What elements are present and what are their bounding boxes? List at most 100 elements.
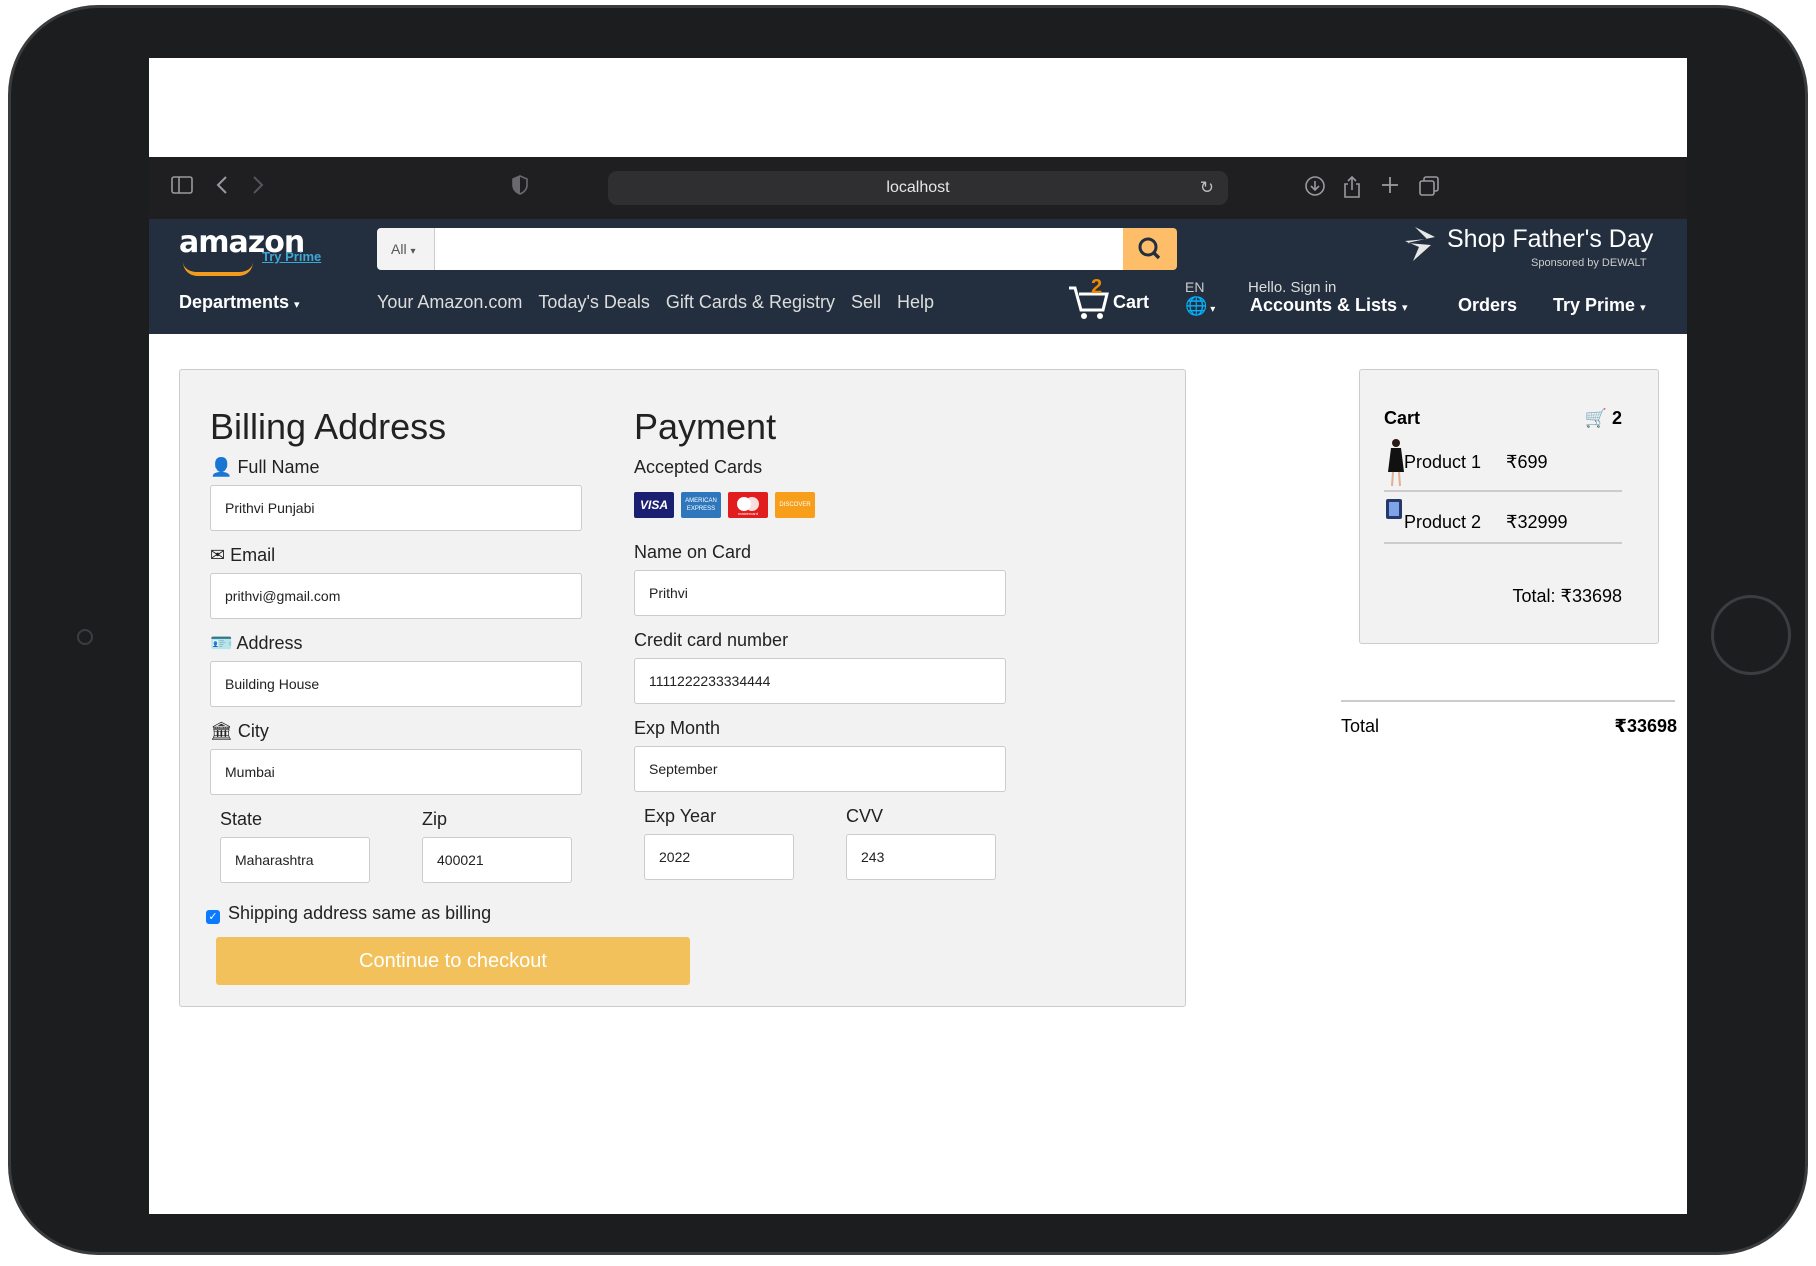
exp-year-field[interactable] (644, 834, 794, 880)
city-label: 🏛 City (210, 721, 269, 742)
sidebar-icon[interactable] (171, 175, 193, 199)
exp-month-field[interactable] (634, 746, 1006, 792)
visa-card-text: VISA (639, 498, 668, 512)
privacy-shield-icon[interactable] (511, 175, 529, 200)
email-label-text: Email (230, 545, 276, 565)
state-field[interactable] (220, 837, 370, 883)
cvv-label: CVV (846, 806, 884, 826)
sign-in-greeting[interactable]: Hello. Sign in (1248, 279, 1336, 296)
language-label[interactable]: EN (1185, 279, 1204, 295)
cart-label: Cart (1113, 292, 1150, 312)
cart-icon (1069, 286, 1109, 319)
address-label: 🪪 Address (210, 633, 302, 654)
reload-icon[interactable]: ↻ (1200, 171, 1214, 205)
email-field[interactable] (210, 573, 582, 619)
cc-number-field[interactable] (634, 658, 1006, 704)
product-1-name[interactable]: Product 1 (1404, 452, 1481, 473)
amex-card-text: AMERICAN EXPRESS (685, 498, 717, 512)
search-icon (1138, 237, 1161, 260)
product-2-image[interactable] (1384, 498, 1404, 520)
checkout-form: Billing Address 👤 Full Name ✉ Email 🪪 Ad… (179, 369, 1186, 1007)
amazon-smile-logo (183, 262, 253, 276)
share-icon[interactable] (1342, 175, 1362, 204)
try-prime-menu[interactable]: Try Prime ▾ (1553, 295, 1646, 316)
search-category-select[interactable]: All ▾ (377, 228, 435, 270)
city-label-text: City (237, 721, 269, 741)
envelope-icon: ✉ (210, 545, 226, 565)
tabs-overview-icon[interactable] (1418, 175, 1440, 202)
product-2-price: ₹32999 (1506, 512, 1568, 532)
cc-number-label: Credit card number (634, 630, 789, 650)
fathers-day-promo-icon (1405, 227, 1435, 261)
home-button[interactable] (1711, 595, 1791, 675)
caret-down-icon: ▾ (1402, 302, 1408, 314)
nav-links: Your Amazon.com Today's Deals Gift Cards… (377, 292, 934, 313)
institution-icon: 🏛 (210, 721, 233, 741)
address-card-icon: 🪪 (210, 633, 233, 653)
orders-link[interactable]: Orders (1458, 295, 1517, 316)
full-name-label-text: Full Name (237, 457, 320, 477)
state-label: State (220, 809, 263, 829)
zip-field[interactable] (422, 837, 572, 883)
payment-title: Payment (634, 406, 777, 447)
mastercard-icon: mastercard (728, 492, 768, 518)
cvv-field[interactable] (846, 834, 996, 880)
name-on-card-field[interactable] (634, 570, 1006, 616)
exp-month-label: Exp Month (634, 718, 721, 738)
cart-summary: Cart 🛒 2 Product 1 ₹699 Product 2 ₹32999… (1359, 369, 1659, 644)
address-bar[interactable]: localhost ↻ (608, 171, 1228, 205)
new-tab-icon[interactable] (1380, 175, 1400, 200)
same-as-billing-label[interactable]: Shipping address same as billing (228, 903, 491, 924)
summary-total-value: ₹33698 (1614, 716, 1677, 736)
try-prime-label: Try Prime (1553, 295, 1636, 315)
nav-your-amazon[interactable]: Your Amazon.com (377, 292, 522, 313)
full-name-field[interactable] (210, 485, 582, 531)
discover-card-icon: DISCOVER (775, 492, 815, 518)
accepted-cards: VISA AMERICAN EXPRESS mastercard DISCOVE… (634, 492, 815, 518)
billing-title: Billing Address (210, 406, 447, 447)
product-1-price: ₹699 (1506, 452, 1548, 472)
exp-year-label: Exp Year (644, 806, 717, 826)
cart-divider (1384, 490, 1622, 492)
discover-card-text: DISCOVER (779, 502, 811, 508)
amex-card-icon: AMERICAN EXPRESS (681, 492, 721, 518)
search-category-label: All (391, 241, 407, 257)
try-prime-logo-link[interactable]: Try Prime (262, 249, 321, 264)
cart-divider (1384, 542, 1622, 544)
download-icon[interactable] (1304, 175, 1326, 202)
cart-count-badge: 2 (1091, 276, 1103, 298)
caret-down-icon: ▾ (294, 299, 300, 311)
nav-help[interactable]: Help (897, 292, 934, 313)
accounts-lists-menu[interactable]: Accounts & Lists ▾ (1250, 295, 1408, 316)
search-input[interactable] (435, 228, 1123, 270)
nav-todays-deals[interactable]: Today's Deals (538, 292, 650, 313)
promo-sponsor: Sponsored by DEWALT (1531, 257, 1647, 269)
cart-quantity-value: 2 (1611, 408, 1622, 428)
camera-icon (77, 629, 93, 645)
header-cart[interactable]: 2 Cart (1067, 276, 1159, 319)
screen: localhost ↻ amazon Try Prime All ▾ Shop … (149, 58, 1687, 1214)
cart-quantity: 🛒 2 (1585, 408, 1622, 429)
promo-title[interactable]: Shop Father's Day (1447, 225, 1653, 254)
continue-checkout-button[interactable]: Continue to checkout (216, 937, 690, 985)
back-icon[interactable] (215, 175, 229, 200)
email-label: ✉ Email (210, 545, 275, 566)
departments-menu[interactable]: Departments ▾ (179, 292, 300, 313)
product-2-name[interactable]: Product 2 (1404, 512, 1481, 533)
nav-gift-cards[interactable]: Gift Cards & Registry (666, 292, 835, 313)
cart-title: Cart (1384, 408, 1421, 428)
search-button[interactable] (1123, 228, 1177, 270)
url-text: localhost (886, 179, 950, 196)
tablet-frame: localhost ↻ amazon Try Prime All ▾ Shop … (8, 5, 1808, 1255)
departments-label: Departments (179, 292, 290, 312)
accounts-label: Accounts & Lists (1250, 295, 1398, 315)
summary-divider (1341, 700, 1675, 702)
city-field[interactable] (210, 749, 582, 795)
forward-icon[interactable] (251, 175, 265, 200)
zip-label: Zip (422, 809, 448, 829)
nav-sell[interactable]: Sell (851, 292, 881, 313)
globe-icon[interactable]: 🌐 ▾ (1185, 296, 1215, 317)
address-field[interactable] (210, 661, 582, 707)
visa-card-icon: VISA (634, 492, 674, 518)
same-as-billing-checkbox[interactable]: ✓ (206, 910, 220, 924)
